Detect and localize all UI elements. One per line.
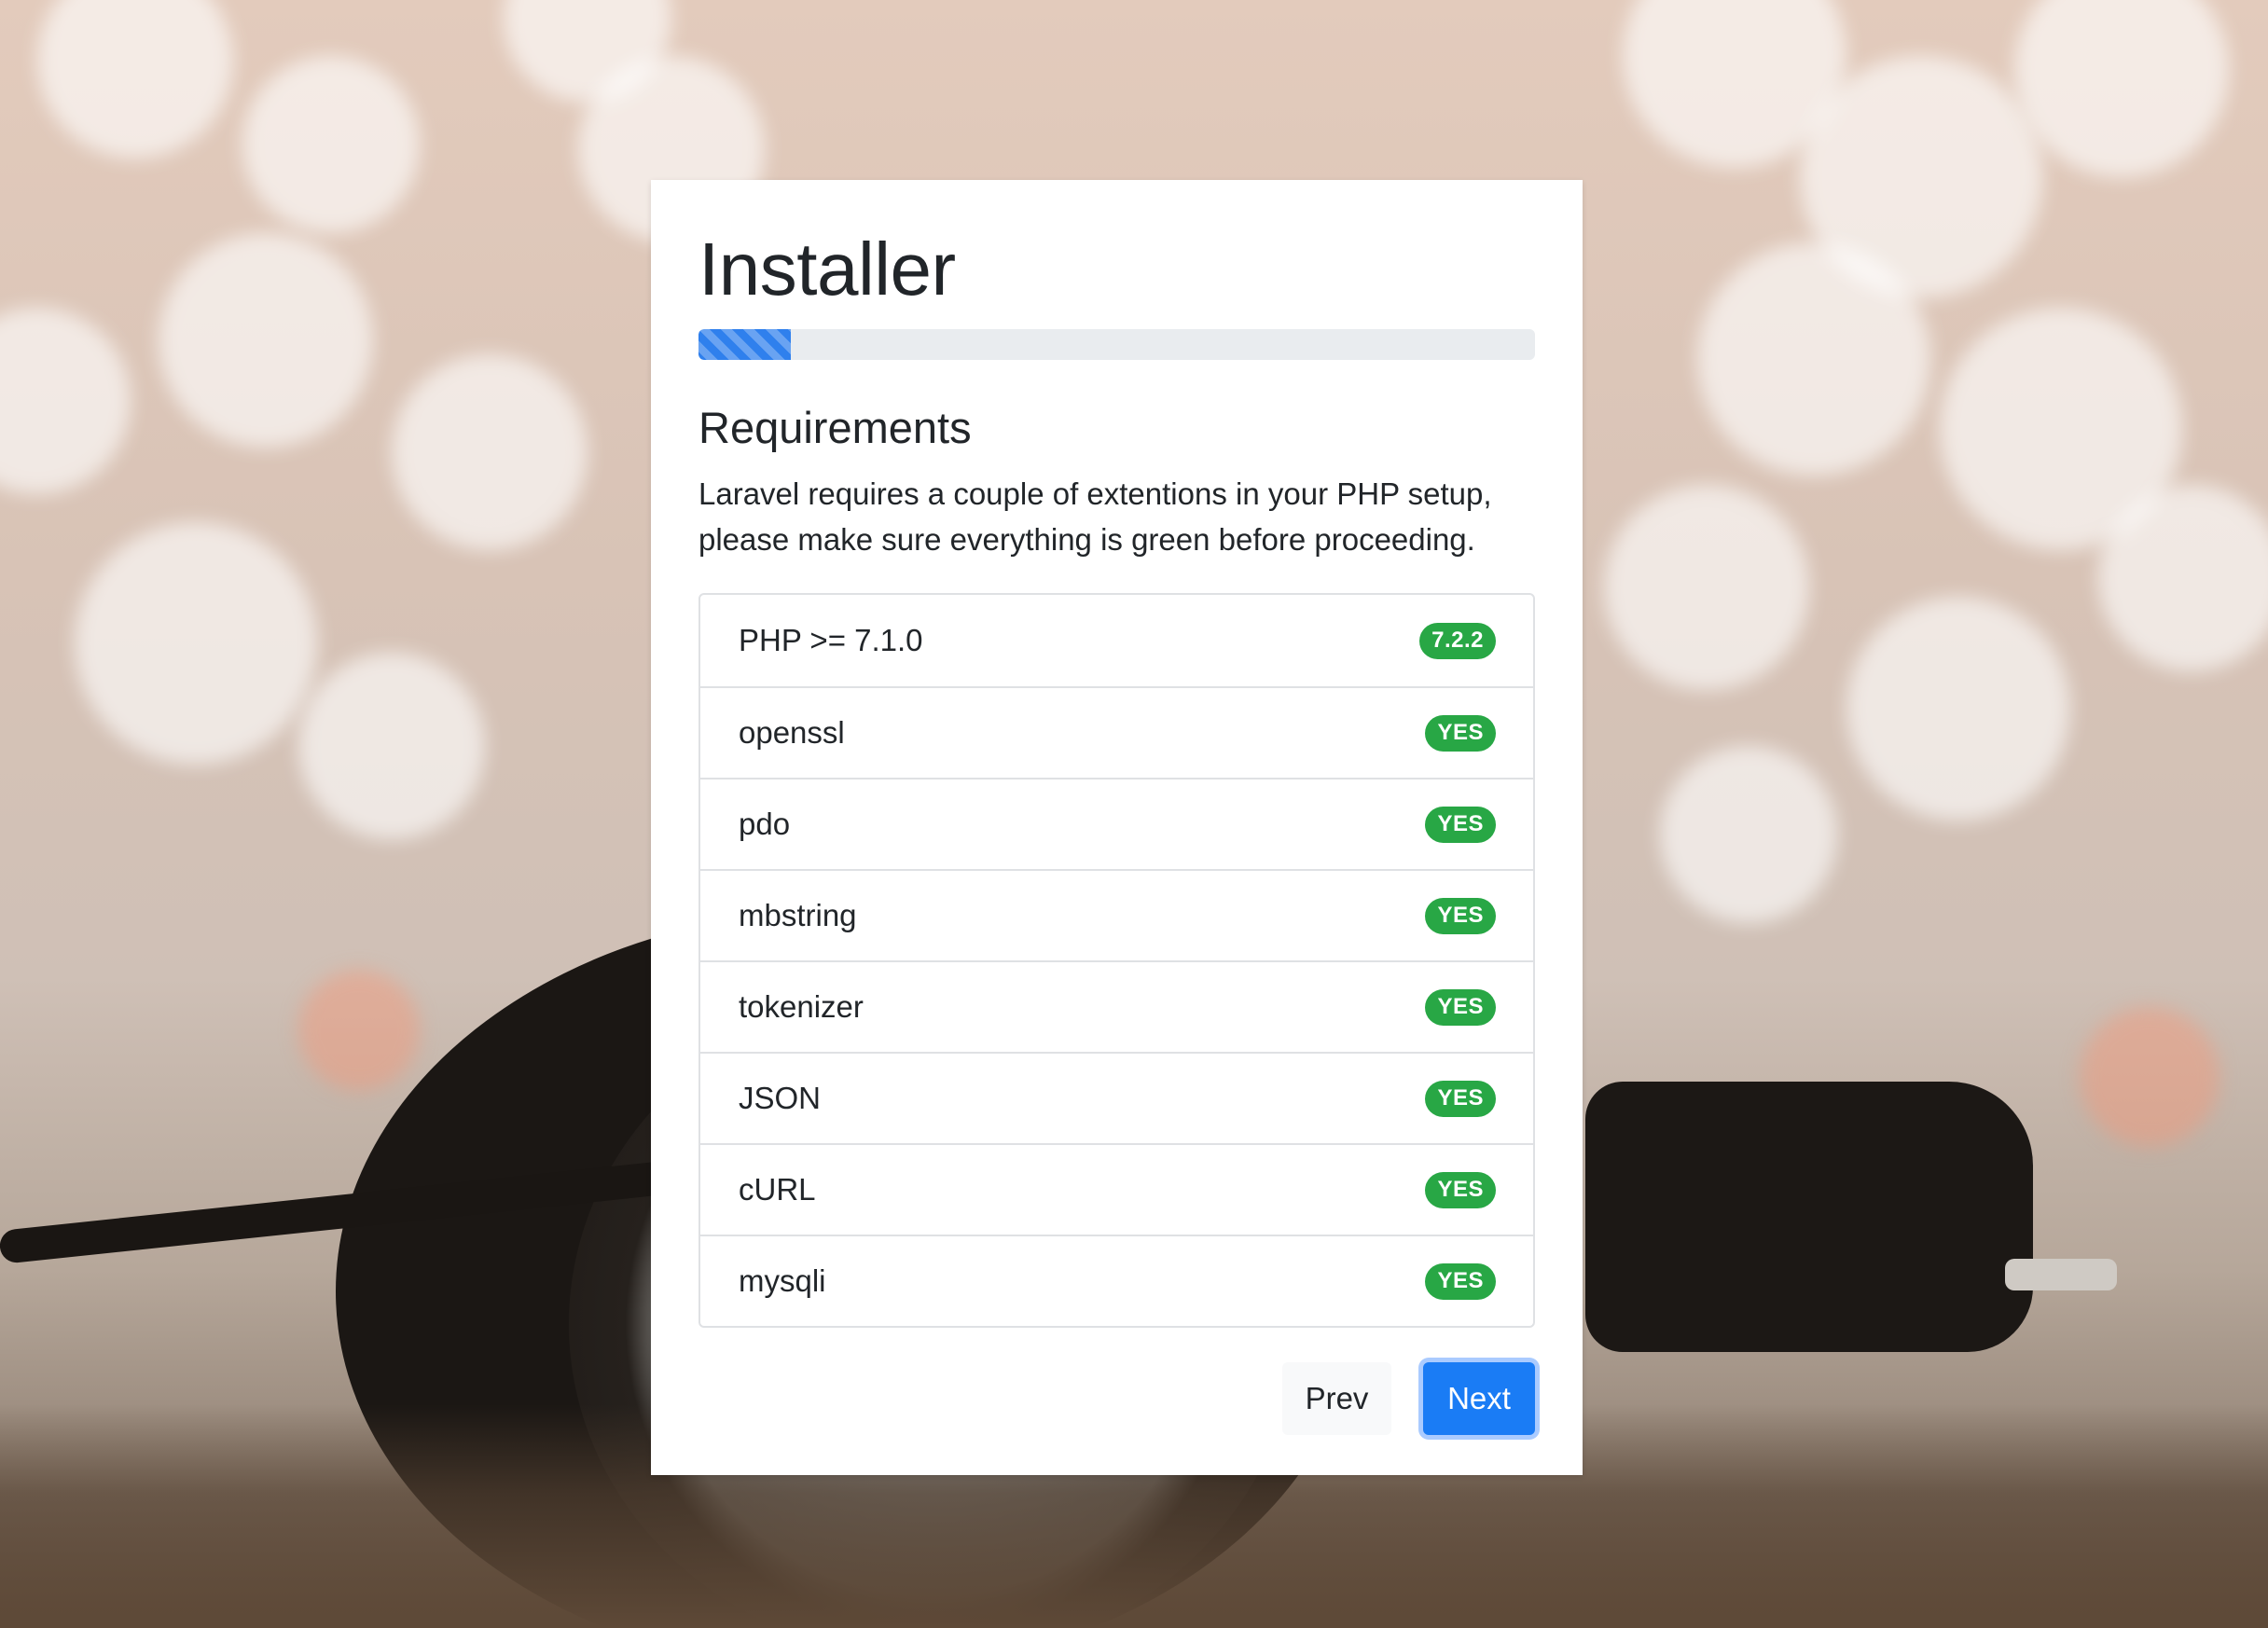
next-button[interactable]: Next: [1423, 1362, 1535, 1436]
status-badge: YES: [1425, 1171, 1496, 1208]
page-title: Installer: [698, 228, 956, 310]
list-item: mysqli YES: [700, 1235, 1533, 1326]
requirement-label: openssl: [739, 715, 845, 751]
list-item: mbstring YES: [700, 869, 1533, 960]
prev-button[interactable]: Prev: [1282, 1362, 1391, 1436]
status-badge: YES: [1425, 1080, 1496, 1117]
list-item: PHP >= 7.1.0 7.2.2: [700, 595, 1533, 686]
requirements-list: PHP >= 7.1.0 7.2.2 openssl YES pdo YES mbstrin…: [698, 593, 1535, 1329]
status-badge: YES: [1425, 988, 1496, 1026]
list-item: JSON YES: [700, 1052, 1533, 1143]
requirements-description: Laravel requires a couple of extentions …: [698, 476, 1492, 558]
status-badge: YES: [1425, 897, 1496, 934]
progress-bar-fill: [698, 329, 791, 360]
requirement-label: tokenizer: [739, 989, 864, 1025]
list-item: cURL YES: [700, 1143, 1533, 1235]
status-badge: 7.2.2: [1419, 622, 1496, 659]
status-badge: YES: [1425, 714, 1496, 752]
requirement-label: PHP >= 7.1.0: [739, 623, 923, 658]
requirement-label: cURL: [739, 1172, 816, 1207]
requirements-heading: Requirements: [698, 403, 972, 452]
status-badge: YES: [1425, 1262, 1496, 1300]
status-badge: YES: [1425, 806, 1496, 843]
installer-progress: [698, 329, 1535, 360]
requirement-label: mbstring: [739, 898, 857, 933]
wizard-actions: Prev Next: [698, 1362, 1535, 1436]
requirement-label: pdo: [739, 807, 791, 842]
requirement-label: JSON: [739, 1081, 822, 1116]
requirement-label: mysqli: [739, 1263, 826, 1299]
list-item: tokenizer YES: [700, 960, 1533, 1052]
list-item: openssl YES: [700, 686, 1533, 778]
list-item: pdo YES: [700, 778, 1533, 869]
installer-card: Installer Requirements Laravel requires …: [651, 180, 1583, 1475]
